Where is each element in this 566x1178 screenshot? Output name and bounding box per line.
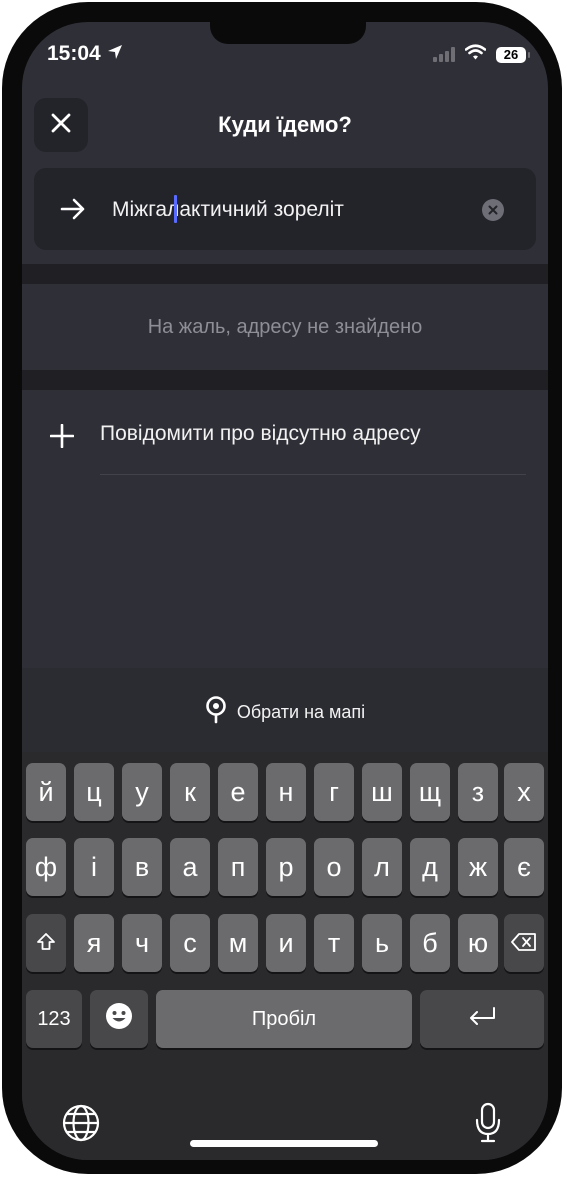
emoji-icon bbox=[105, 1002, 133, 1037]
screen: 15:04 26 Куди їдемо? Міжгалактичний зоре… bbox=[22, 22, 548, 1160]
key[interactable]: з bbox=[458, 763, 498, 821]
key[interactable]: л bbox=[362, 838, 402, 896]
section-divider bbox=[22, 370, 548, 390]
emoji-key[interactable] bbox=[90, 990, 148, 1048]
search-input[interactable]: Міжгалактичний зореліт bbox=[112, 198, 344, 222]
choose-on-map-button[interactable]: Обрати на мапі bbox=[22, 696, 548, 729]
home-indicator[interactable] bbox=[190, 1140, 378, 1147]
key[interactable]: ю bbox=[458, 914, 498, 972]
keyboard: й ц у к е н г ш щ з х ф і в а п р о л д … bbox=[22, 752, 548, 1160]
report-missing-address-button[interactable]: Повідомити про відсутню адресу bbox=[22, 406, 548, 476]
key[interactable]: а bbox=[170, 838, 210, 896]
key[interactable]: к bbox=[170, 763, 210, 821]
numbers-key[interactable]: 123 bbox=[26, 990, 82, 1048]
key[interactable]: й bbox=[26, 763, 66, 821]
key[interactable]: и bbox=[266, 914, 306, 972]
section-divider bbox=[22, 264, 548, 284]
key[interactable]: ш bbox=[362, 763, 402, 821]
key[interactable]: я bbox=[74, 914, 114, 972]
key[interactable]: є bbox=[504, 838, 544, 896]
key[interactable]: р bbox=[266, 838, 306, 896]
key[interactable]: в bbox=[122, 838, 162, 896]
microphone-icon[interactable] bbox=[474, 1102, 502, 1149]
key[interactable]: с bbox=[170, 914, 210, 972]
map-pin-icon bbox=[205, 696, 227, 729]
key[interactable]: ц bbox=[74, 763, 114, 821]
plus-icon bbox=[49, 423, 75, 453]
status-time: 15:04 bbox=[47, 42, 123, 66]
report-missing-address-label: Повідомити про відсутню адресу bbox=[100, 422, 421, 445]
key[interactable]: щ bbox=[410, 763, 450, 821]
key[interactable]: д bbox=[410, 838, 450, 896]
key[interactable]: г bbox=[314, 763, 354, 821]
key[interactable]: м bbox=[218, 914, 258, 972]
shift-key[interactable] bbox=[26, 914, 66, 972]
backspace-icon bbox=[511, 928, 537, 959]
key[interactable]: і bbox=[74, 838, 114, 896]
shift-icon bbox=[36, 928, 56, 959]
arrow-right-icon bbox=[60, 197, 86, 226]
key[interactable]: п bbox=[218, 838, 258, 896]
page-title: Куди їдемо? bbox=[218, 112, 352, 137]
battery-icon: 26 bbox=[496, 46, 530, 63]
return-key[interactable] bbox=[420, 990, 544, 1048]
key[interactable]: у bbox=[122, 763, 162, 821]
battery-level: 26 bbox=[503, 47, 519, 62]
clock: 15:04 bbox=[47, 42, 101, 65]
text-cursor bbox=[174, 195, 177, 223]
destination-search-field[interactable]: Міжгалактичний зореліт bbox=[34, 168, 536, 250]
location-arrow-icon bbox=[107, 42, 123, 66]
key[interactable]: б bbox=[410, 914, 450, 972]
key[interactable]: ч bbox=[122, 914, 162, 972]
clear-icon[interactable] bbox=[482, 199, 504, 221]
space-key[interactable]: Пробіл bbox=[156, 990, 412, 1048]
choose-on-map-label: Обрати на мапі bbox=[236, 702, 366, 722]
phone-frame: 15:04 26 Куди їдемо? Міжгалактичний зоре… bbox=[2, 2, 562, 1174]
return-icon bbox=[467, 1004, 497, 1035]
key[interactable]: ж bbox=[458, 838, 498, 896]
backspace-key[interactable] bbox=[504, 914, 544, 972]
globe-icon[interactable] bbox=[62, 1104, 100, 1147]
key[interactable]: ь bbox=[362, 914, 402, 972]
no-results-message: На жаль, адресу не знайдено bbox=[147, 316, 423, 338]
key[interactable]: ф bbox=[26, 838, 66, 896]
wifi-icon bbox=[464, 44, 487, 65]
key[interactable]: х bbox=[504, 763, 544, 821]
notch bbox=[210, 22, 366, 44]
key[interactable]: о bbox=[314, 838, 354, 896]
key[interactable]: н bbox=[266, 763, 306, 821]
list-divider bbox=[100, 474, 526, 475]
status-indicators: 26 bbox=[433, 44, 530, 65]
key[interactable]: е bbox=[218, 763, 258, 821]
key[interactable]: т bbox=[314, 914, 354, 972]
choose-on-map-bar: Обрати на мапі bbox=[22, 668, 548, 752]
cellular-signal-icon bbox=[433, 47, 455, 62]
